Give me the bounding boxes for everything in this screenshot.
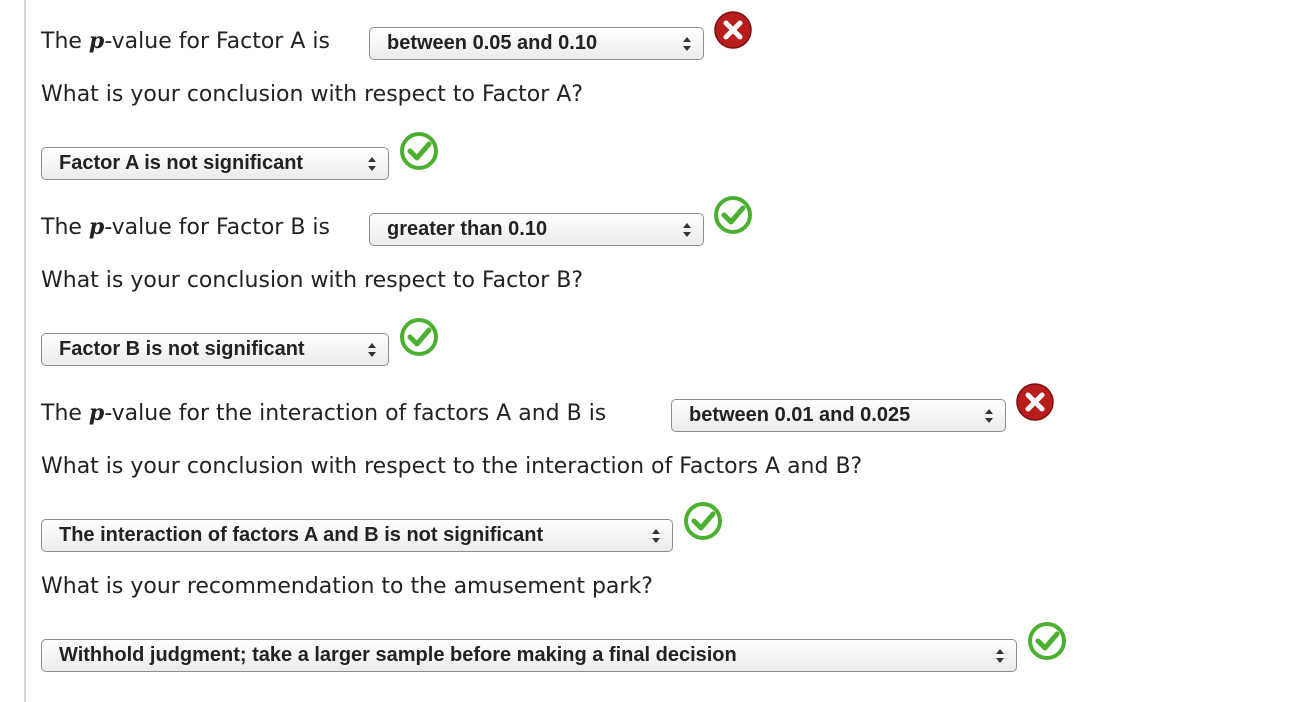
recommendation-select[interactable]: Withhold judgment; take a larger sample … (41, 639, 1017, 672)
x-circle-icon (714, 11, 752, 49)
interaction-pvalue-select[interactable]: between 0.01 and 0.025 (671, 399, 1006, 432)
recommendation-question: What is your recommendation to the amuse… (41, 574, 653, 599)
factor-a-pvalue-select[interactable]: between 0.05 and 0.10 (369, 27, 704, 60)
check-circle-icon (684, 502, 722, 540)
factor-a-pvalue-prompt: The p-value for Factor A is (41, 28, 330, 54)
factor-b-question: What is your conclusion with respect to … (41, 268, 584, 293)
factor-b-pvalue-select[interactable]: greater than 0.10 (369, 213, 704, 246)
interaction-question: What is your conclusion with respect to … (41, 454, 863, 479)
select-arrows-icon (651, 520, 663, 551)
x-circle-icon (1016, 383, 1054, 421)
factor-b-conclusion-select[interactable]: Factor B is not significant (41, 333, 389, 366)
p-variable: p (88, 28, 105, 54)
interaction-conclusion-select[interactable]: The interaction of factors A and B is no… (41, 519, 673, 552)
select-arrows-icon (984, 400, 996, 431)
select-arrows-icon (682, 214, 694, 245)
select-arrows-icon (682, 28, 694, 59)
check-circle-icon (400, 132, 438, 170)
check-circle-icon (1028, 622, 1066, 660)
select-arrows-icon (367, 148, 379, 179)
interaction-pvalue-prompt: The p-value for the interaction of facto… (41, 400, 607, 426)
select-arrows-icon (367, 334, 379, 365)
select-arrows-icon (995, 640, 1007, 671)
left-border (24, 0, 26, 702)
factor-a-conclusion-select[interactable]: Factor A is not significant (41, 147, 389, 180)
p-variable: p (88, 400, 105, 426)
factor-b-pvalue-prompt: The p-value for Factor B is (41, 214, 330, 240)
p-variable: p (88, 214, 105, 240)
factor-a-question: What is your conclusion with respect to … (41, 82, 584, 107)
check-circle-icon (400, 318, 438, 356)
check-circle-icon (714, 196, 752, 234)
